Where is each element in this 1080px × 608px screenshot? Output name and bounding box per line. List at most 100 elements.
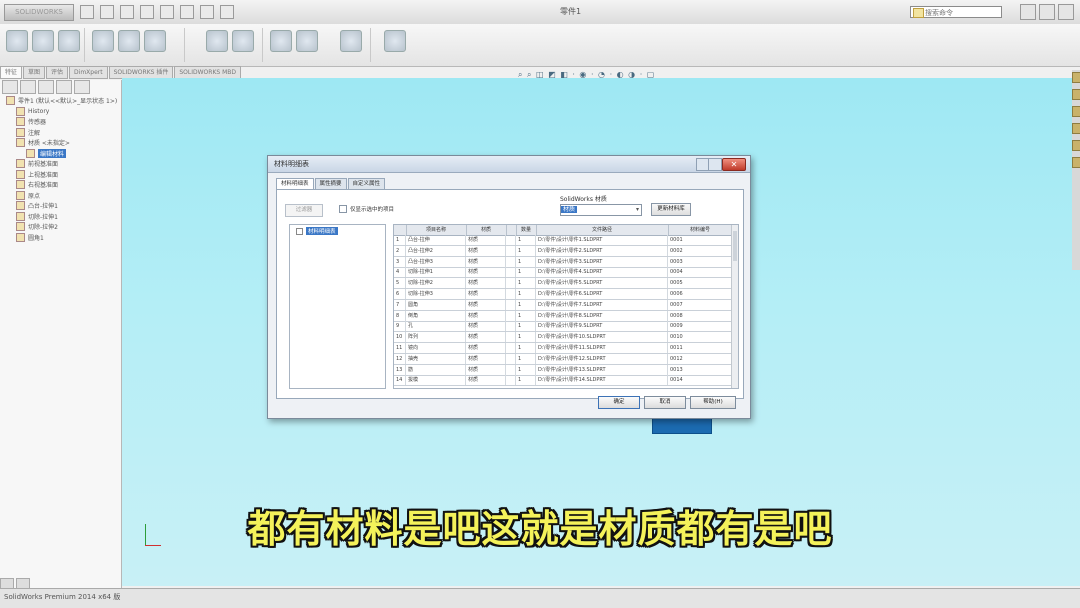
feature-tree-item[interactable]: 注解: [16, 127, 40, 137]
table-row[interactable]: 8 倒角 材质 1 D:\零件\设计\零件8.SLDPRT 0008: [394, 310, 732, 322]
table-row[interactable]: 6 切除-拉伸3 材质 1 D:\零件\设计\零件6.SLDPRT 0006: [394, 289, 732, 300]
table-row[interactable]: 10 阵列 材质 1 D:\零件\设计\零件10.SLDPRT 0010: [394, 332, 732, 344]
tab-dimxpert[interactable]: DimXpert: [69, 66, 108, 79]
table-cell[interactable]: 0013: [668, 364, 732, 375]
minimize-icon[interactable]: [1020, 4, 1036, 20]
feature-tree-item[interactable]: 材质 <未指定>: [16, 138, 70, 147]
table-cell[interactable]: 1: [516, 375, 536, 386]
tab-evaluate[interactable]: 评估: [46, 66, 69, 79]
filter-button[interactable]: 过滤器: [285, 204, 323, 217]
table-cell[interactable]: 凸台-拉伸: [406, 235, 466, 245]
table-cell[interactable]: [506, 278, 516, 289]
table-cell[interactable]: 14: [394, 375, 406, 386]
feature-tree-item[interactable]: 前视基准面: [16, 159, 58, 168]
table-cell[interactable]: 0009: [668, 321, 732, 332]
table-cell[interactable]: D:\零件\设计\零件7.SLDPRT: [536, 299, 668, 310]
table-cell[interactable]: 1: [516, 235, 536, 245]
feature-tree-item[interactable]: 凸台-拉伸1: [16, 201, 58, 210]
table-cell[interactable]: 镜向: [406, 343, 466, 353]
selected-only-checkbox[interactable]: 仅显示选中的项目: [339, 205, 394, 213]
table-cell[interactable]: D:\零件\设计\零件14.SLDPRT: [536, 375, 668, 386]
column-header-material[interactable]: 材质: [466, 225, 507, 235]
table-cell[interactable]: 13: [394, 364, 406, 375]
fillet-icon[interactable]: [206, 30, 228, 54]
print-icon[interactable]: [140, 5, 154, 19]
table-row[interactable]: 5 切除-拉伸2 材质 1 D:\零件\设计\零件5.SLDPRT 0005: [394, 278, 732, 290]
table-cell[interactable]: 材质: [466, 353, 506, 364]
table-cell[interactable]: 凸台-拉伸3: [406, 256, 466, 267]
table-cell[interactable]: 1: [394, 235, 406, 245]
table-cell[interactable]: [506, 235, 516, 245]
cancel-button[interactable]: 取消: [644, 396, 686, 409]
table-row[interactable]: 13 筋材质 1 D:\零件\设计\零件13.SLDPRT 0013: [394, 364, 732, 376]
reference-geometry-icon[interactable]: [340, 30, 362, 54]
appearances-icon[interactable]: [1072, 140, 1080, 151]
table-cell[interactable]: 材质: [466, 332, 506, 343]
table-cell[interactable]: 1: [516, 256, 536, 267]
tab-features[interactable]: 特征: [0, 66, 23, 79]
table-cell[interactable]: 材质: [466, 278, 506, 289]
resources-icon[interactable]: [1072, 72, 1080, 83]
table-cell[interactable]: 筋: [406, 364, 466, 375]
table-cell[interactable]: 6: [394, 289, 406, 299]
table-cell[interactable]: 0004: [668, 267, 732, 278]
table-cell[interactable]: D:\零件\设计\零件12.SLDPRT: [536, 353, 668, 364]
custom-properties-icon[interactable]: [1072, 157, 1080, 168]
feature-tree-item[interactable]: 上视基准面: [16, 169, 58, 179]
open-file-icon[interactable]: [100, 5, 114, 19]
table-cell[interactable]: 1: [516, 245, 536, 256]
table-cell[interactable]: [506, 332, 516, 343]
table-cell[interactable]: 1: [516, 343, 536, 353]
options-icon[interactable]: [220, 5, 234, 19]
table-row[interactable]: 12 抽壳 材质 1 D:\零件\设计\零件12.SLDPRT 0012: [394, 353, 732, 365]
table-cell[interactable]: 1: [516, 267, 536, 278]
table-cell[interactable]: D:\零件\设计\零件5.SLDPRT: [536, 278, 668, 289]
maximize-icon[interactable]: [1039, 4, 1055, 20]
feature-tree-item[interactable]: 右视基准面: [16, 180, 58, 189]
table-cell[interactable]: 抽壳: [406, 353, 466, 364]
table-row[interactable]: 14 拔模 材质 1 D:\零件\设计\零件14.SLDPRT 0014: [394, 375, 732, 387]
table-scrollbar[interactable]: [731, 225, 738, 388]
table-cell[interactable]: 1: [516, 321, 536, 332]
table-cell[interactable]: D:\零件\设计\零件8.SLDPRT: [536, 310, 668, 321]
ok-button[interactable]: 确定: [598, 396, 640, 409]
table-cell[interactable]: 材质: [466, 299, 506, 310]
table-cell[interactable]: D:\零件\设计\零件6.SLDPRT: [536, 289, 668, 299]
table-cell[interactable]: [506, 353, 516, 364]
material-library-select[interactable]: 材质 ▾: [560, 204, 642, 216]
table-row[interactable]: 1 凸台-拉伸 材质 1 D:\零件\设计\零件1.SLDPRT 0001: [394, 235, 732, 246]
table-cell[interactable]: 材质: [466, 245, 506, 256]
table-row[interactable]: 4 切除-拉伸1 材质 1 D:\零件\设计\零件4.SLDPRT 0004: [394, 267, 732, 279]
table-row[interactable]: 9 孔材质 1 D:\零件\设计\零件9.SLDPRT 0009: [394, 321, 732, 333]
table-cell[interactable]: 3: [394, 256, 406, 267]
feature-tree-item[interactable]: 切除-拉伸1: [16, 211, 58, 221]
column-header-path[interactable]: 文件路径: [536, 225, 669, 235]
table-cell[interactable]: [506, 245, 516, 256]
table-cell[interactable]: [506, 375, 516, 386]
table-cell[interactable]: D:\零件\设计\零件4.SLDPRT: [536, 267, 668, 278]
table-cell[interactable]: 切除-拉伸3: [406, 289, 466, 299]
table-cell[interactable]: D:\零件\设计\零件1.SLDPRT: [536, 235, 668, 245]
table-row[interactable]: 7 圆角 材质 1 D:\零件\设计\零件7.SLDPRT 0007: [394, 299, 732, 311]
table-cell[interactable]: 4: [394, 267, 406, 278]
view-palette-icon[interactable]: [1072, 123, 1080, 134]
table-cell[interactable]: 材质: [466, 235, 506, 245]
table-cell[interactable]: 2: [394, 245, 406, 256]
tab-sketch[interactable]: 草图: [23, 66, 46, 79]
file-explorer-icon[interactable]: [1072, 106, 1080, 117]
table-cell[interactable]: 8: [394, 310, 406, 321]
table-cell[interactable]: 材质: [466, 289, 506, 299]
column-header-code[interactable]: 材料编号: [668, 225, 733, 235]
feature-tree-item[interactable]: 编辑材料: [26, 148, 67, 158]
table-cell[interactable]: [506, 256, 516, 267]
table-cell[interactable]: 切除-拉伸1: [406, 267, 466, 278]
table-cell[interactable]: D:\零件\设计\零件2.SLDPRT: [536, 245, 668, 256]
table-row[interactable]: 3 凸台-拉伸3 材质 1 D:\零件\设计\零件3.SLDPRT 0003: [394, 256, 732, 268]
table-cell[interactable]: 7: [394, 299, 406, 310]
column-header-name[interactable]: 项目名称: [406, 225, 467, 235]
table-cell[interactable]: 材质: [466, 267, 506, 278]
design-library-icon[interactable]: [1072, 89, 1080, 100]
app-logo[interactable]: SOLIDWORKS: [4, 4, 74, 21]
table-cell[interactable]: 0012: [668, 353, 732, 364]
table-cell[interactable]: 1: [516, 289, 536, 299]
